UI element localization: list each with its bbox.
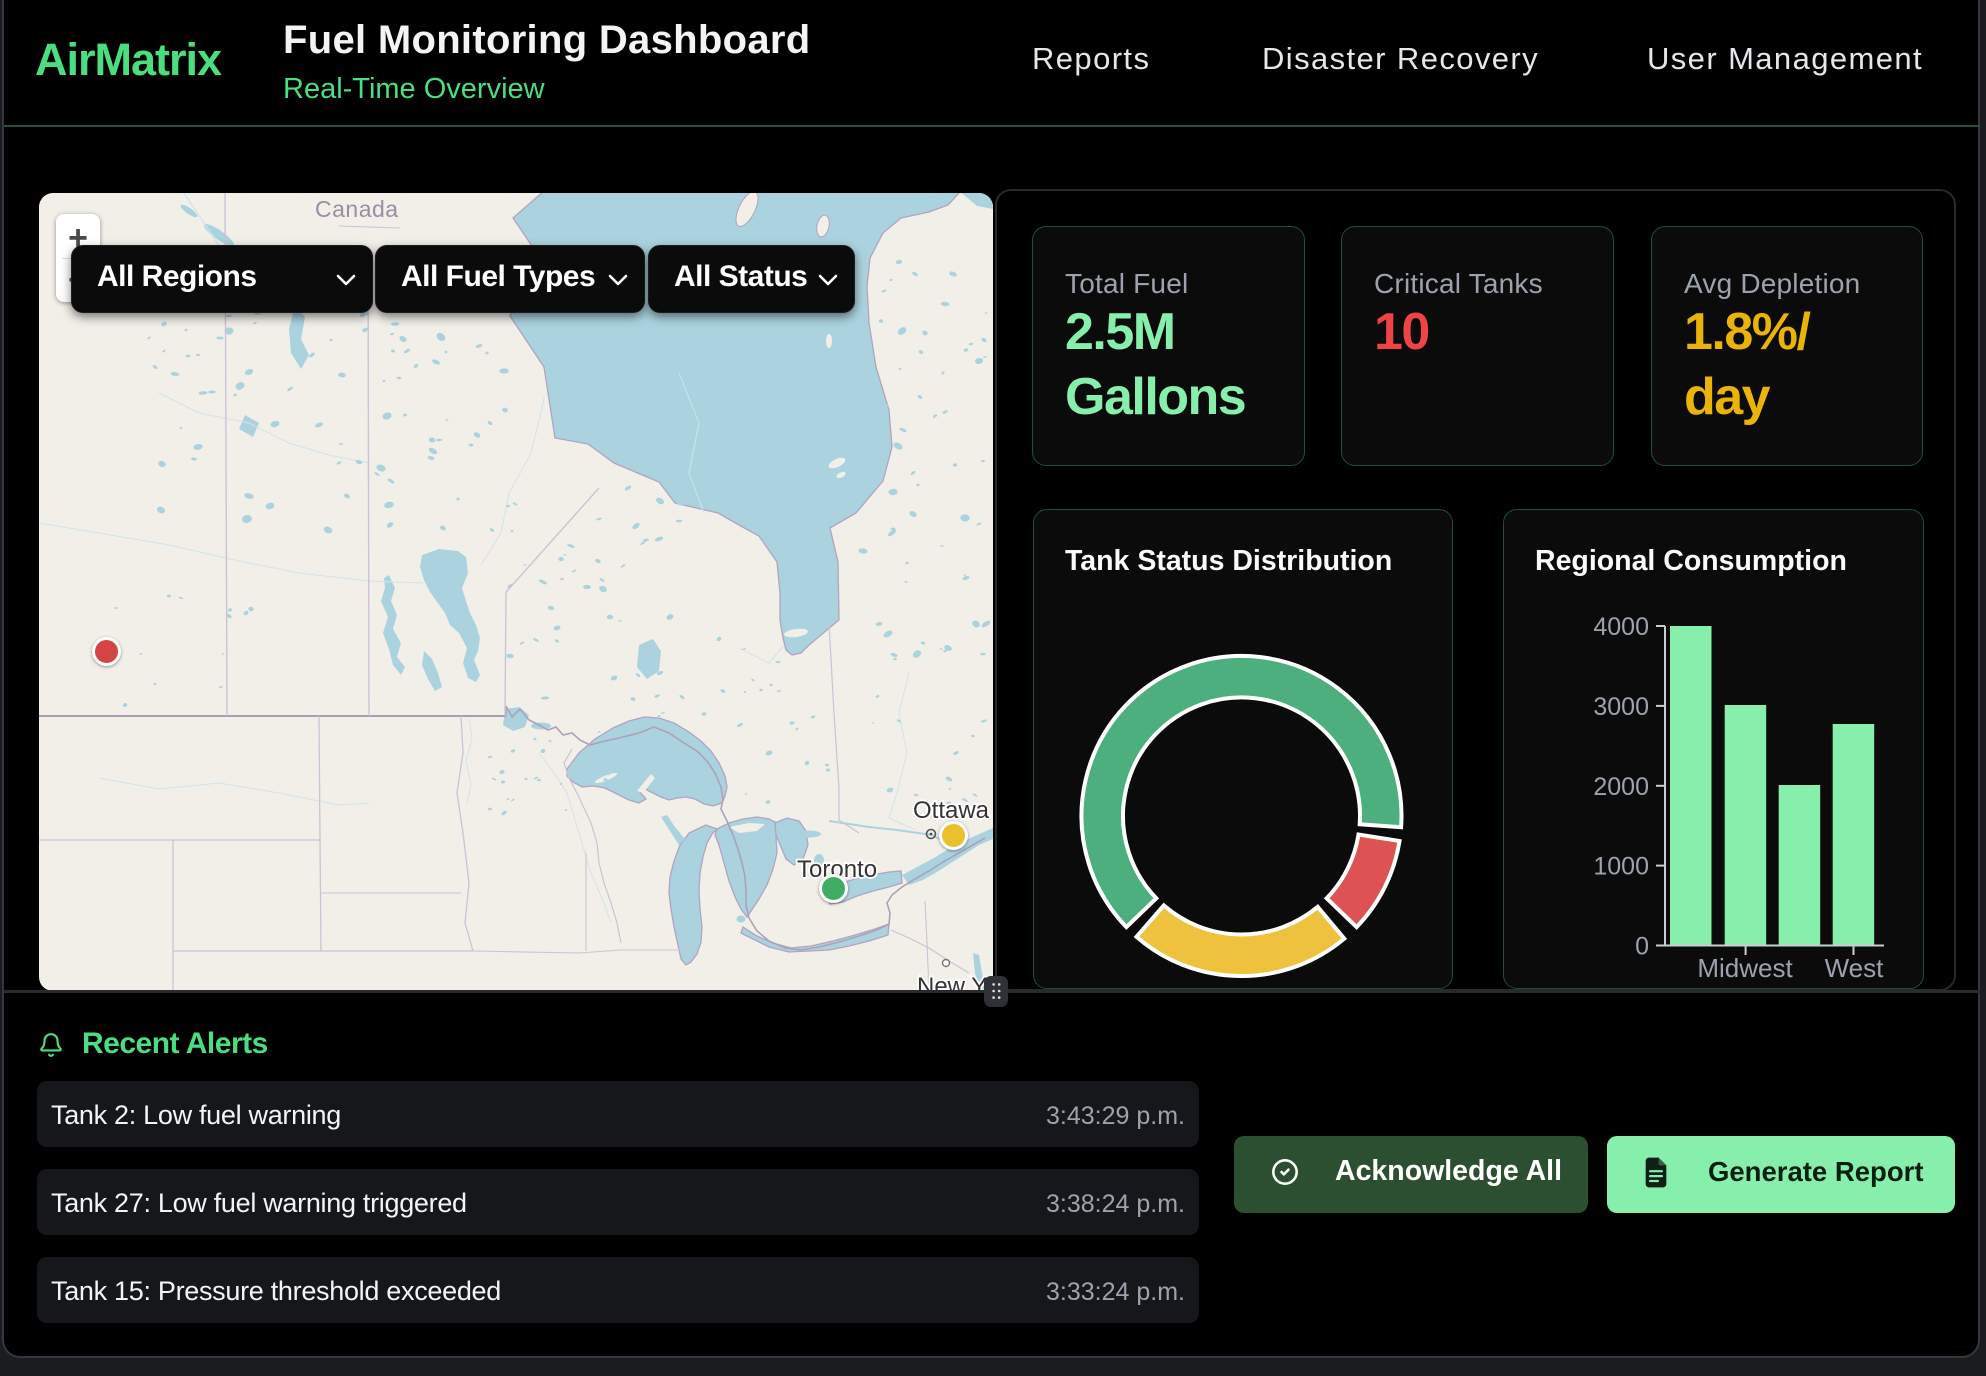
svg-text:Midwest: Midwest: [1697, 953, 1793, 983]
svg-text:New York: New York: [917, 973, 993, 991]
svg-text:4000: 4000: [1593, 613, 1649, 641]
svg-text:0: 0: [1635, 933, 1649, 961]
svg-text:3000: 3000: [1593, 693, 1649, 721]
svg-text:West: West: [1825, 953, 1885, 983]
svg-text:2000: 2000: [1593, 773, 1649, 801]
svg-text:Canada: Canada: [315, 196, 399, 222]
svg-text:1000: 1000: [1593, 853, 1649, 881]
svg-text:Ottawa: Ottawa: [913, 797, 990, 824]
